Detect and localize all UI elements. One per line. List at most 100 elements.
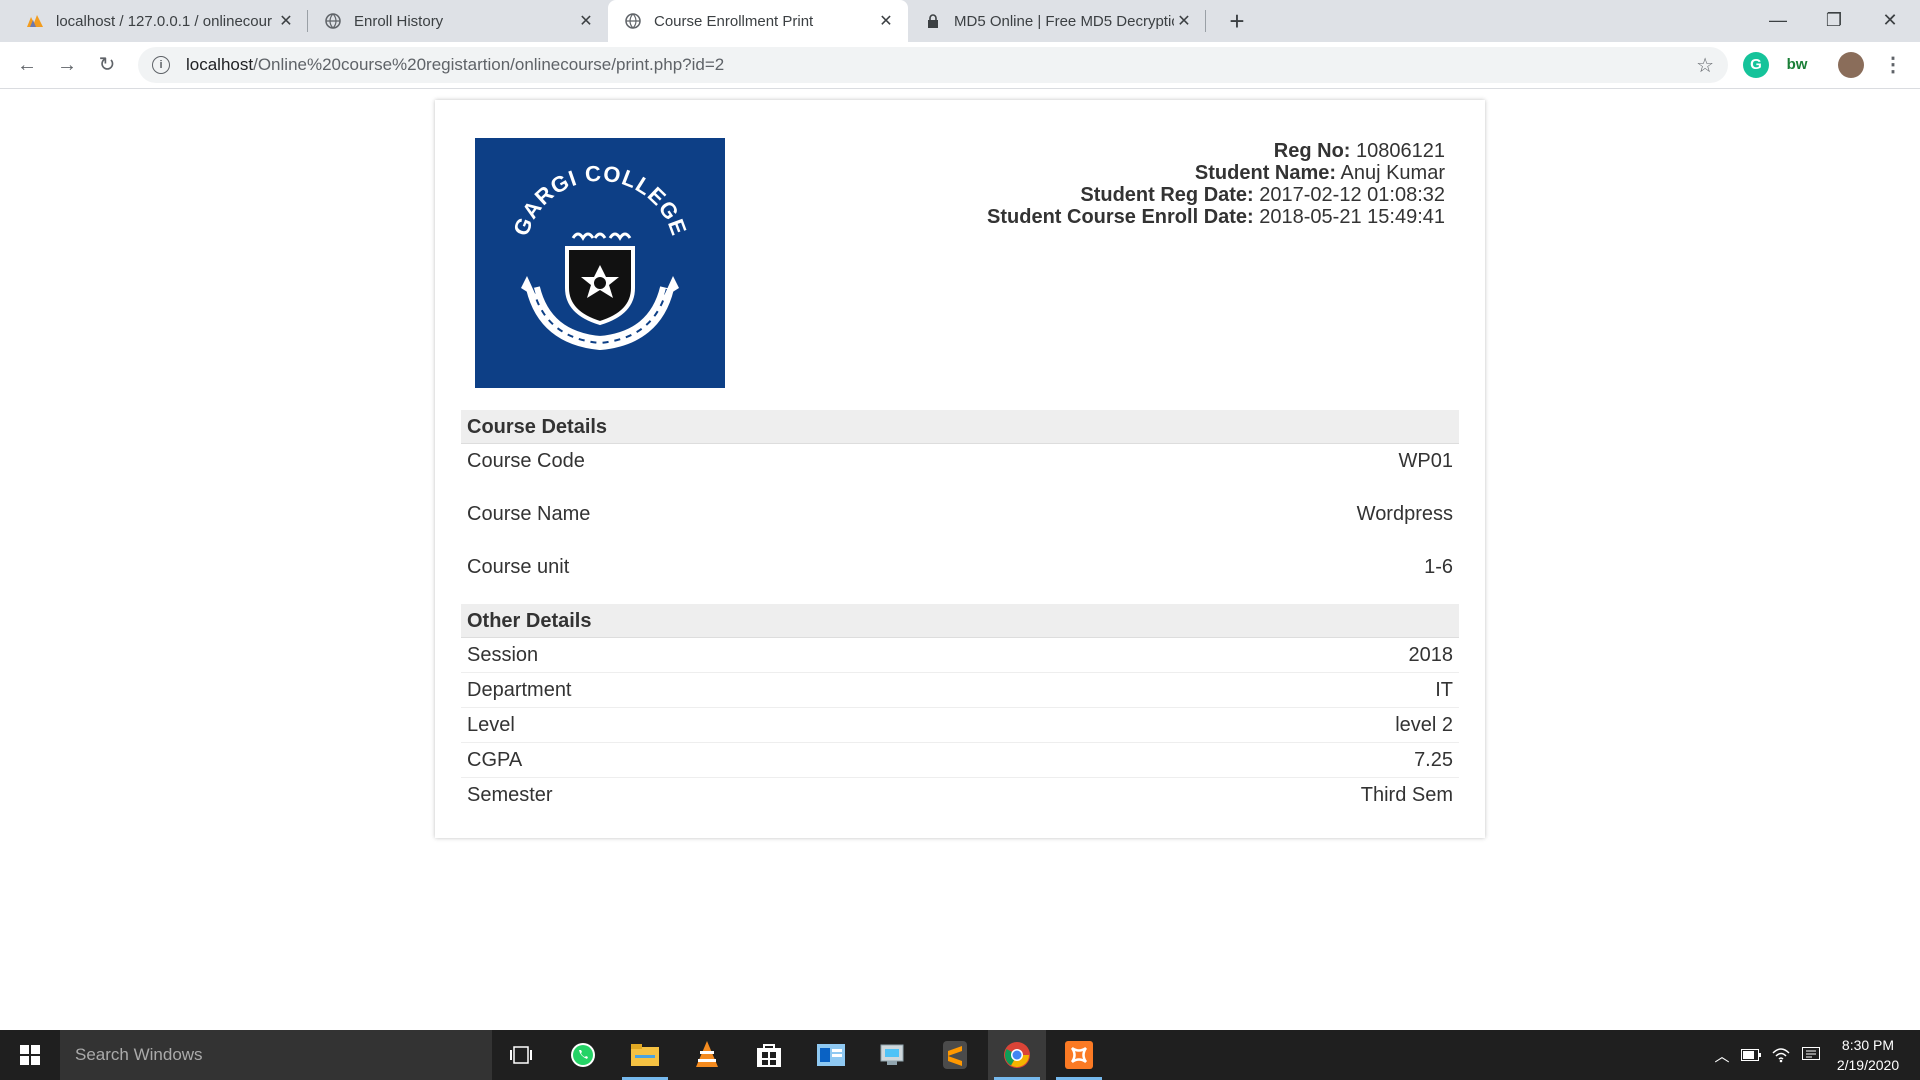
control-panel-icon[interactable] (864, 1030, 922, 1080)
xampp-icon[interactable] (1050, 1030, 1108, 1080)
row-value: Third Sem (1360, 784, 1453, 806)
student-name-label: Student Name: (1194, 162, 1337, 184)
course-details-section: Course Details Course Code WP01 Course Na… (461, 410, 1459, 603)
maximize-icon[interactable]: ❐ (1806, 0, 1862, 42)
taskbar-search-input[interactable]: Search Windows (60, 1030, 492, 1080)
row-value: 7.25 (1414, 749, 1453, 771)
reg-date-label: Student Reg Date: (1080, 184, 1254, 206)
reg-no-label: Reg No: (1273, 140, 1351, 162)
taskbar-clock[interactable]: 8:30 PM 2/19/2020 (1826, 1035, 1910, 1075)
address-url[interactable]: localhost/Online%20course%20registartion… (186, 55, 724, 75)
student-name-value: Anuj Kumar (1340, 162, 1446, 184)
chevron-up-icon[interactable]: ︿ (1710, 1030, 1734, 1080)
row-value: WP01 (1398, 450, 1453, 472)
logo-text: GARGI COLLEGE (508, 161, 691, 239)
address-bar[interactable]: i localhost/Online%20course%20registarti… (138, 47, 1728, 83)
close-icon[interactable]: ✕ (1174, 11, 1194, 31)
window-close-icon[interactable]: ✕ (1862, 0, 1918, 42)
tab-title: Course Enrollment Print (654, 12, 814, 30)
clock-time: 8:30 PM (1841, 1037, 1895, 1053)
outlook-icon[interactable] (802, 1030, 860, 1080)
clock-date: 2/19/2020 (1836, 1057, 1900, 1073)
bookmark-star-icon[interactable]: ☆ (1696, 53, 1714, 78)
table-row: Course Code WP01 (461, 444, 1459, 497)
college-crest-icon: GARGI COLLEGE (508, 161, 692, 351)
browser-toolbar: ← → ↻ i localhost/Online%20course%20regi… (0, 42, 1920, 89)
tab-title: Enroll History (354, 12, 444, 30)
table-row: Department IT (461, 673, 1459, 708)
row-value: Wordpress (1356, 503, 1453, 525)
student-name-line: Student Name: Anuj Kumar (987, 162, 1445, 184)
sublime-text-icon[interactable] (926, 1030, 984, 1080)
wifi-icon[interactable] (1768, 1030, 1794, 1080)
lock-icon (924, 12, 942, 30)
avatar[interactable] (1838, 52, 1864, 78)
back-arrow-icon[interactable]: ← (12, 50, 42, 80)
windows-start-icon[interactable] (0, 1030, 60, 1080)
row-value: IT (1435, 679, 1453, 701)
minimize-icon[interactable]: — (1750, 0, 1806, 42)
enroll-date-label: Student Course Enroll Date: (987, 206, 1254, 228)
tab-enroll-history[interactable]: Enroll History ✕ (308, 0, 608, 42)
tab-md5-online[interactable]: MD5 Online | Free MD5 Decryptio ✕ (908, 0, 1206, 42)
tab-title: localhost / 127.0.0.1 / onlinecour (56, 12, 272, 30)
other-details-heading: Other Details (461, 604, 1459, 638)
phpmyadmin-icon (26, 12, 44, 30)
url-path: /Online%20course%20registartion/onlineco… (253, 55, 725, 74)
globe-icon (324, 12, 342, 30)
table-row: Session 2018 (461, 638, 1459, 673)
close-icon[interactable]: ✕ (276, 11, 296, 31)
table-row: Level level 2 (461, 708, 1459, 743)
file-explorer-icon[interactable] (616, 1030, 674, 1080)
vlc-icon[interactable] (678, 1030, 736, 1080)
forward-arrow-icon[interactable]: → (52, 50, 82, 80)
reg-date-value: 2017-02-12 01:08:32 (1259, 184, 1445, 206)
whatsapp-icon[interactable] (554, 1030, 612, 1080)
close-icon[interactable]: ✕ (576, 11, 596, 31)
reg-date-line: Student Reg Date: 2017-02-12 01:08:32 (987, 184, 1445, 206)
reg-no-value: 10806121 (1356, 140, 1445, 162)
grammarly-extension-icon[interactable]: G (1743, 52, 1769, 78)
college-logo: GARGI COLLEGE (475, 138, 725, 388)
browser-tab-bar: localhost / 127.0.0.1 / onlinecour ✕ Enr… (0, 0, 1920, 42)
row-value: 2018 (1408, 644, 1454, 666)
other-details-section: Other Details Session 2018 Department IT L… (461, 604, 1459, 813)
row-label: Session (467, 644, 539, 666)
task-view-icon[interactable] (492, 1030, 550, 1080)
row-value: level 2 (1395, 714, 1453, 736)
tab-phpmyadmin[interactable]: localhost / 127.0.0.1 / onlinecour ✕ (10, 0, 308, 42)
course-details-heading: Course Details (461, 410, 1459, 444)
tab-title: MD5 Online | Free MD5 Decryptio (954, 12, 1174, 30)
table-row: CGPA 7.25 (461, 743, 1459, 778)
table-row: Course Name Wordpress (461, 497, 1459, 550)
svg-text:GARGI COLLEGE: GARGI COLLEGE (508, 161, 692, 239)
row-label: Course Code (467, 450, 585, 472)
row-value: 1-6 (1424, 556, 1453, 578)
info-icon[interactable]: i (152, 56, 170, 74)
enroll-date-value: 2018-05-21 15:49:41 (1259, 206, 1445, 228)
notification-icon[interactable] (1798, 1030, 1824, 1080)
row-label: CGPA (467, 749, 523, 771)
new-tab-plus-icon[interactable]: + (1222, 6, 1252, 36)
enrollment-print-sheet: GARGI COLLEGE Reg No: 10806121 Student N… (435, 100, 1485, 838)
windows-taskbar: Search Windows ︿ 8:30 PM 2/19/2020 (0, 1030, 1920, 1080)
bw-extension-icon[interactable]: bw (1784, 52, 1810, 78)
row-label: Course unit (467, 556, 570, 578)
row-label: Course Name (467, 503, 591, 525)
reg-no-line: Reg No: 10806121 (987, 140, 1445, 162)
table-row: Semester Third Sem (461, 778, 1459, 813)
student-meta: Reg No: 10806121 Student Name: Anuj Kuma… (987, 140, 1445, 228)
enroll-date-line: Student Course Enroll Date: 2018-05-21 1… (987, 206, 1445, 228)
row-label: Semester (467, 784, 553, 806)
battery-icon[interactable] (1738, 1030, 1764, 1080)
tab-separator (1205, 10, 1206, 32)
microsoft-store-icon[interactable] (740, 1030, 798, 1080)
chrome-icon[interactable] (988, 1030, 1046, 1080)
url-host: localhost (186, 55, 254, 74)
globe-icon (624, 12, 642, 30)
close-icon[interactable]: ✕ (876, 11, 896, 31)
table-row: Course unit 1-6 (461, 550, 1459, 603)
menu-kebab-icon[interactable]: ⋮ (1880, 52, 1906, 78)
reload-icon[interactable]: ↻ (92, 50, 122, 80)
tab-course-enrollment-print[interactable]: Course Enrollment Print ✕ (608, 0, 908, 42)
